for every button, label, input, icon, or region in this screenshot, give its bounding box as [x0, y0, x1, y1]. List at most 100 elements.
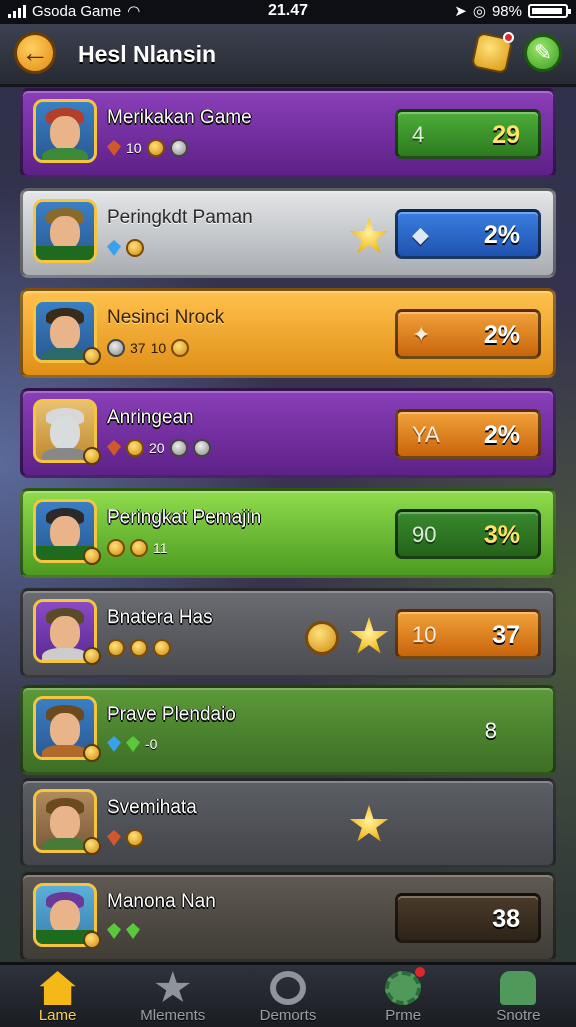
- level-badge-icon: [83, 447, 101, 465]
- gem-icon: [107, 736, 121, 752]
- level-badge-icon: [83, 744, 101, 762]
- gear-icon: [385, 971, 422, 1005]
- arrow-left-icon: ←: [21, 37, 49, 68]
- leaderboard-row[interactable]: Prave Plendaio -0 8: [20, 685, 556, 775]
- score-left-value: YA: [412, 422, 440, 447]
- score-value: 2%: [483, 421, 520, 449]
- stat-value: -0: [145, 736, 158, 752]
- app-header: ← Hesl Nlansin ✎: [0, 24, 576, 87]
- player-name: Bnatera Has: [107, 607, 213, 628]
- leaderboard-row[interactable]: Merikakan Game 10 4 29: [20, 88, 556, 178]
- alarm-icon: ◎: [472, 3, 486, 20]
- bag-icon: [130, 539, 148, 557]
- level-badge-icon: [83, 347, 101, 365]
- leaf-icon: [126, 736, 140, 752]
- score-value: 2%: [483, 321, 520, 349]
- page-title: Hesl Nlansin: [78, 41, 217, 67]
- score-left-value: 4: [412, 122, 425, 147]
- silver-coin-icon: [169, 439, 188, 457]
- score-box: ◆ 2%: [395, 209, 541, 259]
- star-badge-icon: [83, 931, 101, 949]
- bag-icon: [107, 639, 125, 657]
- coin-icon: [171, 339, 190, 357]
- player-stats: -0: [107, 736, 157, 752]
- star-icon: [155, 971, 191, 1002]
- leaderboard-row[interactable]: Nesinci Nrock 37 10 ✦ 2%: [20, 288, 556, 378]
- player-name: Anringean: [107, 407, 194, 428]
- coin-icon: [153, 639, 171, 657]
- player-name: Svemihata: [107, 797, 197, 818]
- score-value: 2%: [483, 221, 520, 249]
- pencil-icon: ✎: [533, 40, 553, 65]
- bag-icon: [130, 639, 148, 657]
- nav-label: Lame: [38, 1007, 77, 1024]
- player-stats: [107, 239, 144, 257]
- ring-icon: [270, 971, 306, 1005]
- star-icon: [349, 217, 389, 254]
- score-value: 38: [492, 905, 520, 933]
- coin-icon: [305, 621, 339, 655]
- stat-value: 37: [130, 340, 146, 356]
- nav-item-home[interactable]: Lame: [0, 965, 115, 1027]
- gem-icon: [107, 830, 121, 846]
- leaderboard-row[interactable]: Peringkat Pemajin 11 90 3%: [20, 488, 556, 578]
- nav-item-store[interactable]: Snotre: [461, 965, 576, 1027]
- home-icon: [39, 971, 76, 1005]
- score-left-value: 90: [412, 522, 437, 547]
- star-icon: [349, 805, 389, 842]
- leaderboard-row[interactable]: Manona Nan 38: [20, 872, 556, 962]
- player-stats: [107, 639, 171, 657]
- player-stats: 37 10: [107, 339, 190, 357]
- battery-icon: [528, 4, 571, 18]
- stat-value: 11: [153, 540, 168, 556]
- edit-button[interactable]: ✎: [524, 34, 562, 72]
- stat-value: 10: [126, 140, 142, 156]
- nav-label: Mlements: [140, 1007, 206, 1024]
- notification-dot: [414, 967, 425, 977]
- back-button[interactable]: ←: [14, 32, 56, 74]
- ball-icon: [107, 339, 125, 357]
- level-badge-icon: [83, 837, 101, 855]
- leaderboard-row[interactable]: Svemihata: [20, 778, 556, 868]
- battery-percent: 98%: [491, 2, 522, 20]
- stat-value: 10: [150, 340, 167, 356]
- nav-item-elements[interactable]: Mlements: [115, 965, 230, 1027]
- player-name: Nesinci Nrock: [107, 307, 225, 328]
- bottom-nav: Lame Mlements Demorts Prme Snotre: [0, 962, 576, 1027]
- player-name: Peringkdt Paman: [107, 207, 253, 228]
- score-value: 3%: [483, 521, 520, 549]
- nav-item-prme[interactable]: Prme: [346, 965, 461, 1027]
- map-icon: ◆: [412, 222, 429, 247]
- player-avatar: [33, 199, 97, 263]
- score-box: 4 29: [395, 109, 541, 159]
- player-name: Merikakan Game: [107, 107, 252, 128]
- score-value: 29: [492, 121, 520, 149]
- player-stats: [107, 923, 140, 939]
- player-stats: 10: [107, 139, 188, 157]
- arrow-icon: ✦: [412, 322, 431, 347]
- leaderboard-row[interactable]: Anringean 20 YA 2%: [20, 388, 556, 478]
- score-value: 37: [492, 621, 520, 649]
- score-box: YA 2%: [395, 409, 541, 459]
- silver-coin-icon: [169, 139, 188, 157]
- notification-dot: [503, 32, 514, 43]
- level-badge-icon: [83, 647, 101, 665]
- leaderboard-row[interactable]: Peringkdt Paman ◆ 2%: [20, 188, 556, 278]
- bag-icon: [126, 439, 144, 457]
- player-stats: [107, 829, 144, 847]
- leaderboard-row[interactable]: Bnatera Has 10 37: [20, 588, 556, 678]
- score-left-value: 10: [412, 622, 437, 647]
- leaf-icon: [107, 923, 121, 939]
- gem-icon: [107, 240, 121, 256]
- ball-icon: [107, 539, 125, 557]
- player-stats: 20: [107, 439, 211, 457]
- nav-item-demorts[interactable]: Demorts: [230, 965, 345, 1027]
- score-box: 38: [395, 893, 541, 943]
- player-name: Manona Nan: [107, 891, 216, 912]
- score-box: 10 37: [395, 609, 541, 659]
- status-bar: Gsoda Game ◠ 21.47 ➤ ◎ 98%: [0, 0, 576, 24]
- player-name: Peringkat Pemajin: [107, 507, 262, 528]
- location-icon: ➤: [454, 3, 467, 20]
- player-avatar: [33, 99, 97, 163]
- nav-label: Demorts: [259, 1007, 317, 1024]
